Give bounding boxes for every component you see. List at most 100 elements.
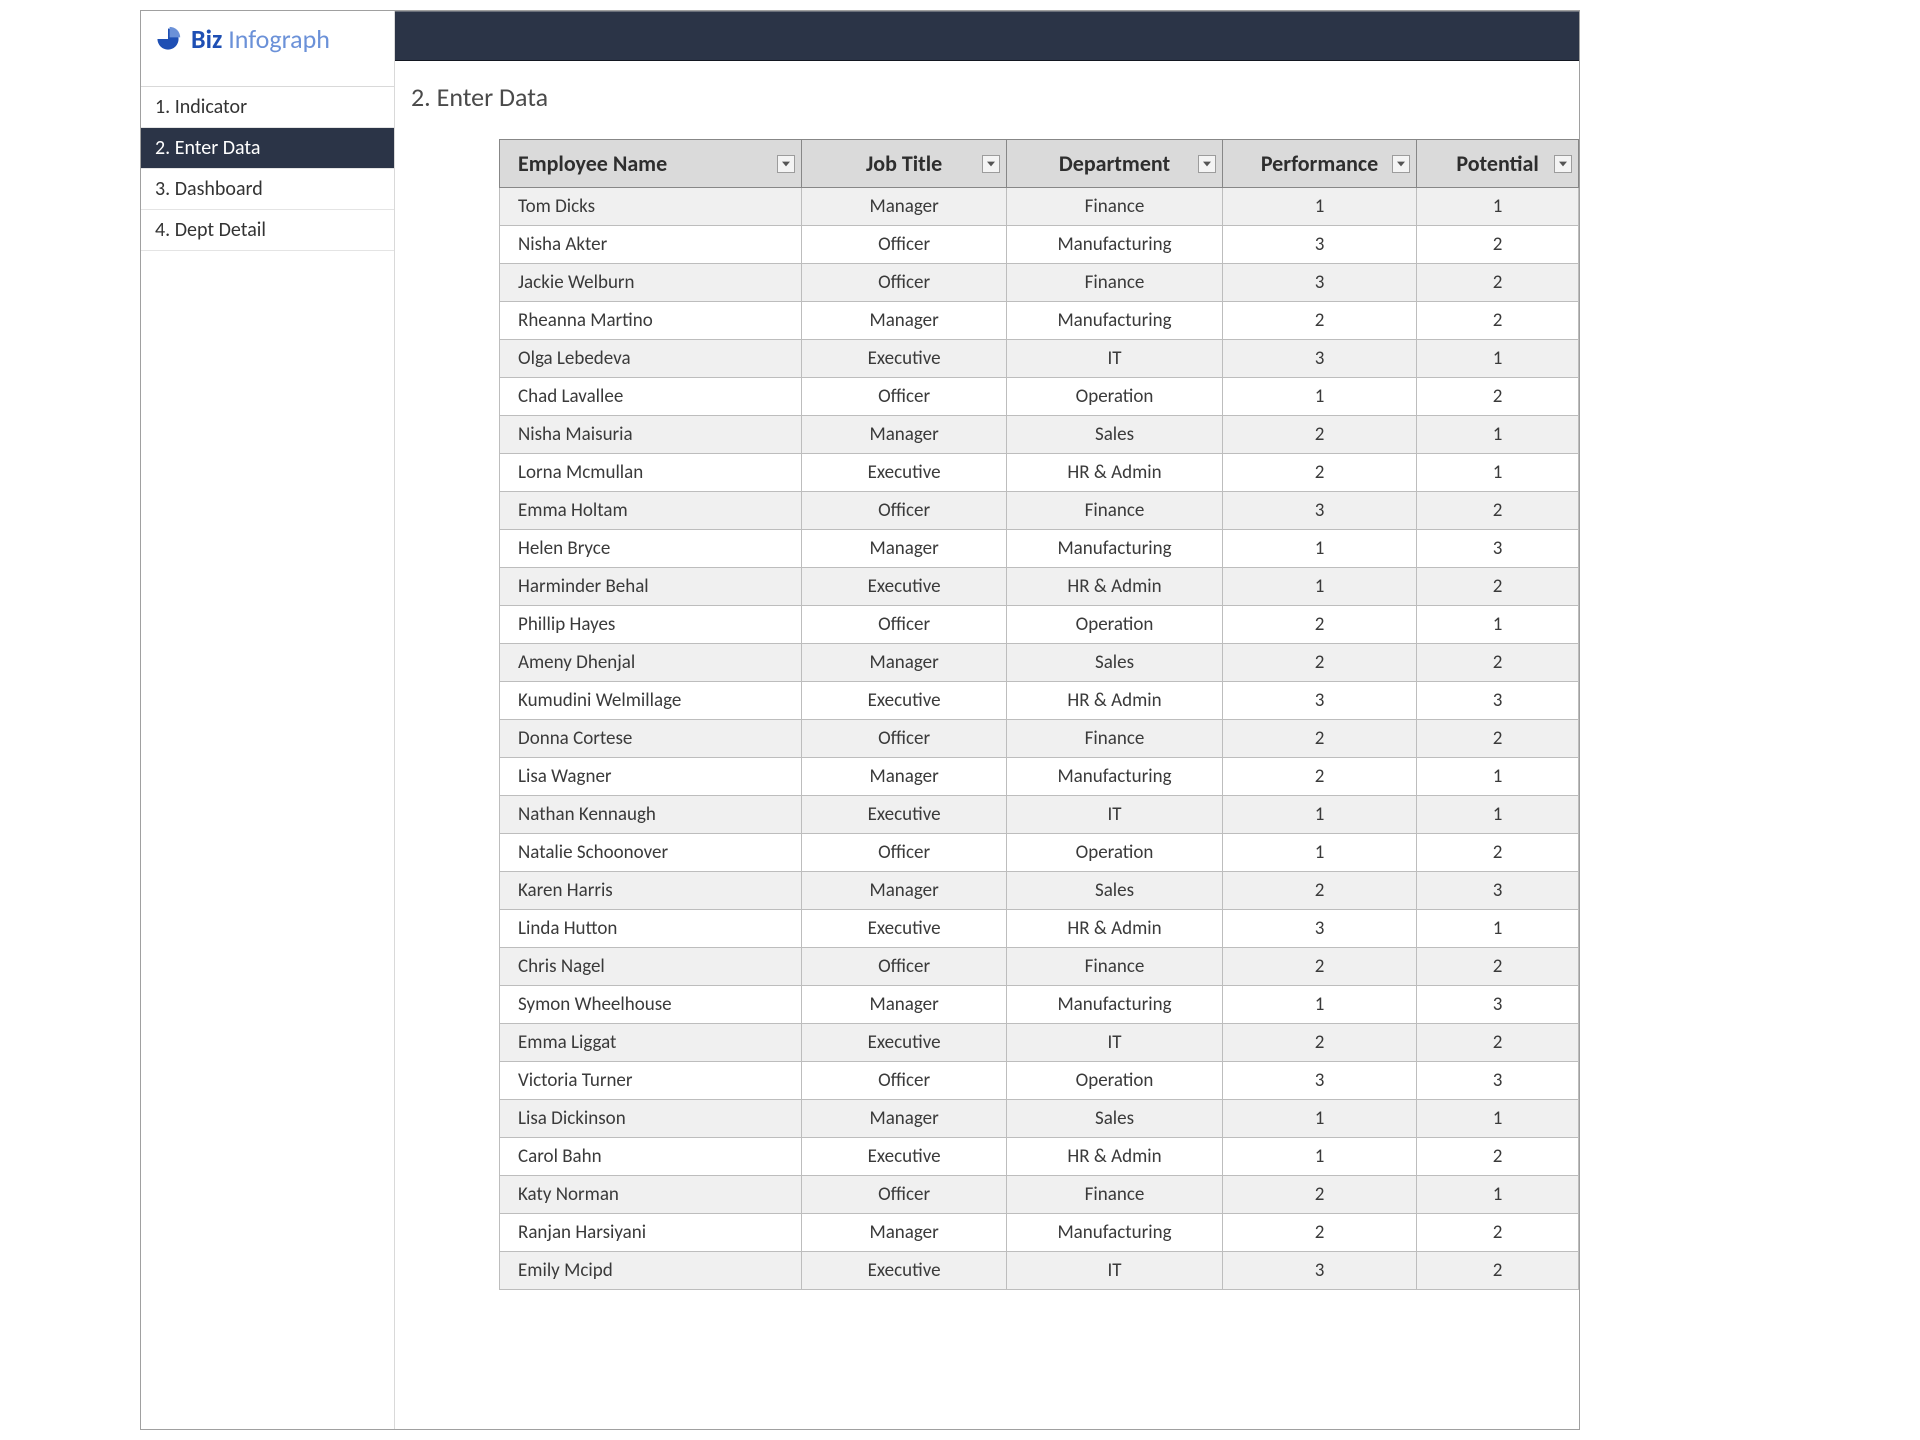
table-row[interactable]: Nathan KennaughExecutiveIT11 (500, 796, 1579, 834)
cell-perf: 1 (1222, 1138, 1416, 1176)
cell-pot: 3 (1417, 872, 1579, 910)
table-row[interactable]: Lorna McmullanExecutiveHR & Admin21 (500, 454, 1579, 492)
cell-pot: 3 (1417, 1062, 1579, 1100)
filter-dropdown-icon[interactable] (982, 155, 1000, 173)
filter-dropdown-icon[interactable] (1198, 155, 1216, 173)
cell-name: Kumudini Welmillage (500, 682, 802, 720)
table-row[interactable]: Emily McipdExecutiveIT32 (500, 1252, 1579, 1290)
cell-job: Manager (802, 416, 1007, 454)
cell-pot: 2 (1417, 568, 1579, 606)
cell-name: Katy Norman (500, 1176, 802, 1214)
cell-job: Manager (802, 188, 1007, 226)
table-row[interactable]: Carol BahnExecutiveHR & Admin12 (500, 1138, 1579, 1176)
cell-job: Officer (802, 606, 1007, 644)
cell-job: Officer (802, 1062, 1007, 1100)
table-row[interactable]: Lisa WagnerManagerManufacturing21 (500, 758, 1579, 796)
cell-perf: 1 (1222, 188, 1416, 226)
sidebar-item-2[interactable]: 3. Dashboard (141, 169, 394, 210)
cell-pot: 1 (1417, 758, 1579, 796)
cell-pot: 2 (1417, 264, 1579, 302)
cell-job: Executive (802, 340, 1007, 378)
sidebar-item-0[interactable]: 1. Indicator (141, 87, 394, 128)
table-row[interactable]: Jackie WelburnOfficerFinance32 (500, 264, 1579, 302)
table-row[interactable]: Tom DicksManagerFinance11 (500, 188, 1579, 226)
table-row[interactable]: Linda HuttonExecutiveHR & Admin31 (500, 910, 1579, 948)
cell-perf: 1 (1222, 834, 1416, 872)
cell-job: Manager (802, 758, 1007, 796)
table-row[interactable]: Symon WheelhouseManagerManufacturing13 (500, 986, 1579, 1024)
cell-dept: Operation (1007, 606, 1223, 644)
table-row[interactable]: Phillip HayesOfficerOperation21 (500, 606, 1579, 644)
cell-job: Officer (802, 948, 1007, 986)
cell-job: Executive (802, 910, 1007, 948)
cell-pot: 2 (1417, 834, 1579, 872)
sidebar-spacer (141, 61, 394, 87)
cell-perf: 2 (1222, 872, 1416, 910)
cell-job: Officer (802, 834, 1007, 872)
cell-dept: Operation (1007, 834, 1223, 872)
table-row[interactable]: Karen HarrisManagerSales23 (500, 872, 1579, 910)
cell-name: Ameny Dhenjal (500, 644, 802, 682)
cell-perf: 2 (1222, 606, 1416, 644)
column-header-4[interactable]: Potential (1417, 140, 1579, 188)
cell-name: Nisha Akter (500, 226, 802, 264)
cell-job: Manager (802, 530, 1007, 568)
table-row[interactable]: Lisa DickinsonManagerSales11 (500, 1100, 1579, 1138)
pie-chart-icon (155, 26, 181, 52)
cell-pot: 2 (1417, 1024, 1579, 1062)
cell-dept: Sales (1007, 416, 1223, 454)
table-row[interactable]: Natalie SchoonoverOfficerOperation12 (500, 834, 1579, 872)
column-header-0[interactable]: Employee Name (500, 140, 802, 188)
cell-job: Executive (802, 454, 1007, 492)
table-row[interactable]: Emma HoltamOfficerFinance32 (500, 492, 1579, 530)
filter-dropdown-icon[interactable] (777, 155, 795, 173)
cell-pot: 3 (1417, 530, 1579, 568)
cell-pot: 2 (1417, 1138, 1579, 1176)
cell-job: Officer (802, 720, 1007, 758)
cell-dept: Finance (1007, 492, 1223, 530)
table-row[interactable]: Emma LiggatExecutiveIT22 (500, 1024, 1579, 1062)
cell-dept: HR & Admin (1007, 1138, 1223, 1176)
brand-part2: Infograph (228, 23, 330, 55)
cell-pot: 1 (1417, 188, 1579, 226)
column-header-1[interactable]: Job Title (802, 140, 1007, 188)
table-row[interactable]: Kumudini WelmillageExecutiveHR & Admin33 (500, 682, 1579, 720)
cell-job: Executive (802, 1138, 1007, 1176)
table-row[interactable]: Katy NormanOfficerFinance21 (500, 1176, 1579, 1214)
table-row[interactable]: Nisha AkterOfficerManufacturing32 (500, 226, 1579, 264)
table-row[interactable]: Rheanna MartinoManagerManufacturing22 (500, 302, 1579, 340)
filter-dropdown-icon[interactable] (1392, 155, 1410, 173)
cell-name: Emma Liggat (500, 1024, 802, 1062)
cell-pot: 2 (1417, 948, 1579, 986)
cell-dept: HR & Admin (1007, 910, 1223, 948)
cell-perf: 2 (1222, 1214, 1416, 1252)
cell-name: Harminder Behal (500, 568, 802, 606)
cell-perf: 2 (1222, 758, 1416, 796)
cell-perf: 2 (1222, 720, 1416, 758)
table-row[interactable]: Ranjan HarsiyaniManagerManufacturing22 (500, 1214, 1579, 1252)
column-header-3[interactable]: Performance (1222, 140, 1416, 188)
table-row[interactable]: Donna CorteseOfficerFinance22 (500, 720, 1579, 758)
sidebar-item-1[interactable]: 2. Enter Data (141, 128, 394, 169)
table-row[interactable]: Chad LavalleeOfficerOperation12 (500, 378, 1579, 416)
cell-job: Manager (802, 872, 1007, 910)
sidebar: 1. Indicator2. Enter Data3. Dashboard4. … (141, 61, 395, 1429)
cell-pot: 2 (1417, 644, 1579, 682)
column-header-2[interactable]: Department (1007, 140, 1223, 188)
cell-perf: 1 (1222, 796, 1416, 834)
body: 1. Indicator2. Enter Data3. Dashboard4. … (141, 61, 1579, 1429)
table-row[interactable]: Ameny DhenjalManagerSales22 (500, 644, 1579, 682)
cell-pot: 2 (1417, 302, 1579, 340)
table-row[interactable]: Chris NagelOfficerFinance22 (500, 948, 1579, 986)
table-row[interactable]: Nisha MaisuriaManagerSales21 (500, 416, 1579, 454)
filter-dropdown-icon[interactable] (1554, 155, 1572, 173)
table-row[interactable]: Victoria TurnerOfficerOperation33 (500, 1062, 1579, 1100)
cell-name: Lisa Dickinson (500, 1100, 802, 1138)
logo-cell: Biz Infograph (141, 11, 395, 61)
cell-dept: Sales (1007, 1100, 1223, 1138)
table-row[interactable]: Helen BryceManagerManufacturing13 (500, 530, 1579, 568)
cell-perf: 3 (1222, 226, 1416, 264)
table-row[interactable]: Harminder BehalExecutiveHR & Admin12 (500, 568, 1579, 606)
sidebar-item-3[interactable]: 4. Dept Detail (141, 210, 394, 251)
table-row[interactable]: Olga LebedevaExecutiveIT31 (500, 340, 1579, 378)
